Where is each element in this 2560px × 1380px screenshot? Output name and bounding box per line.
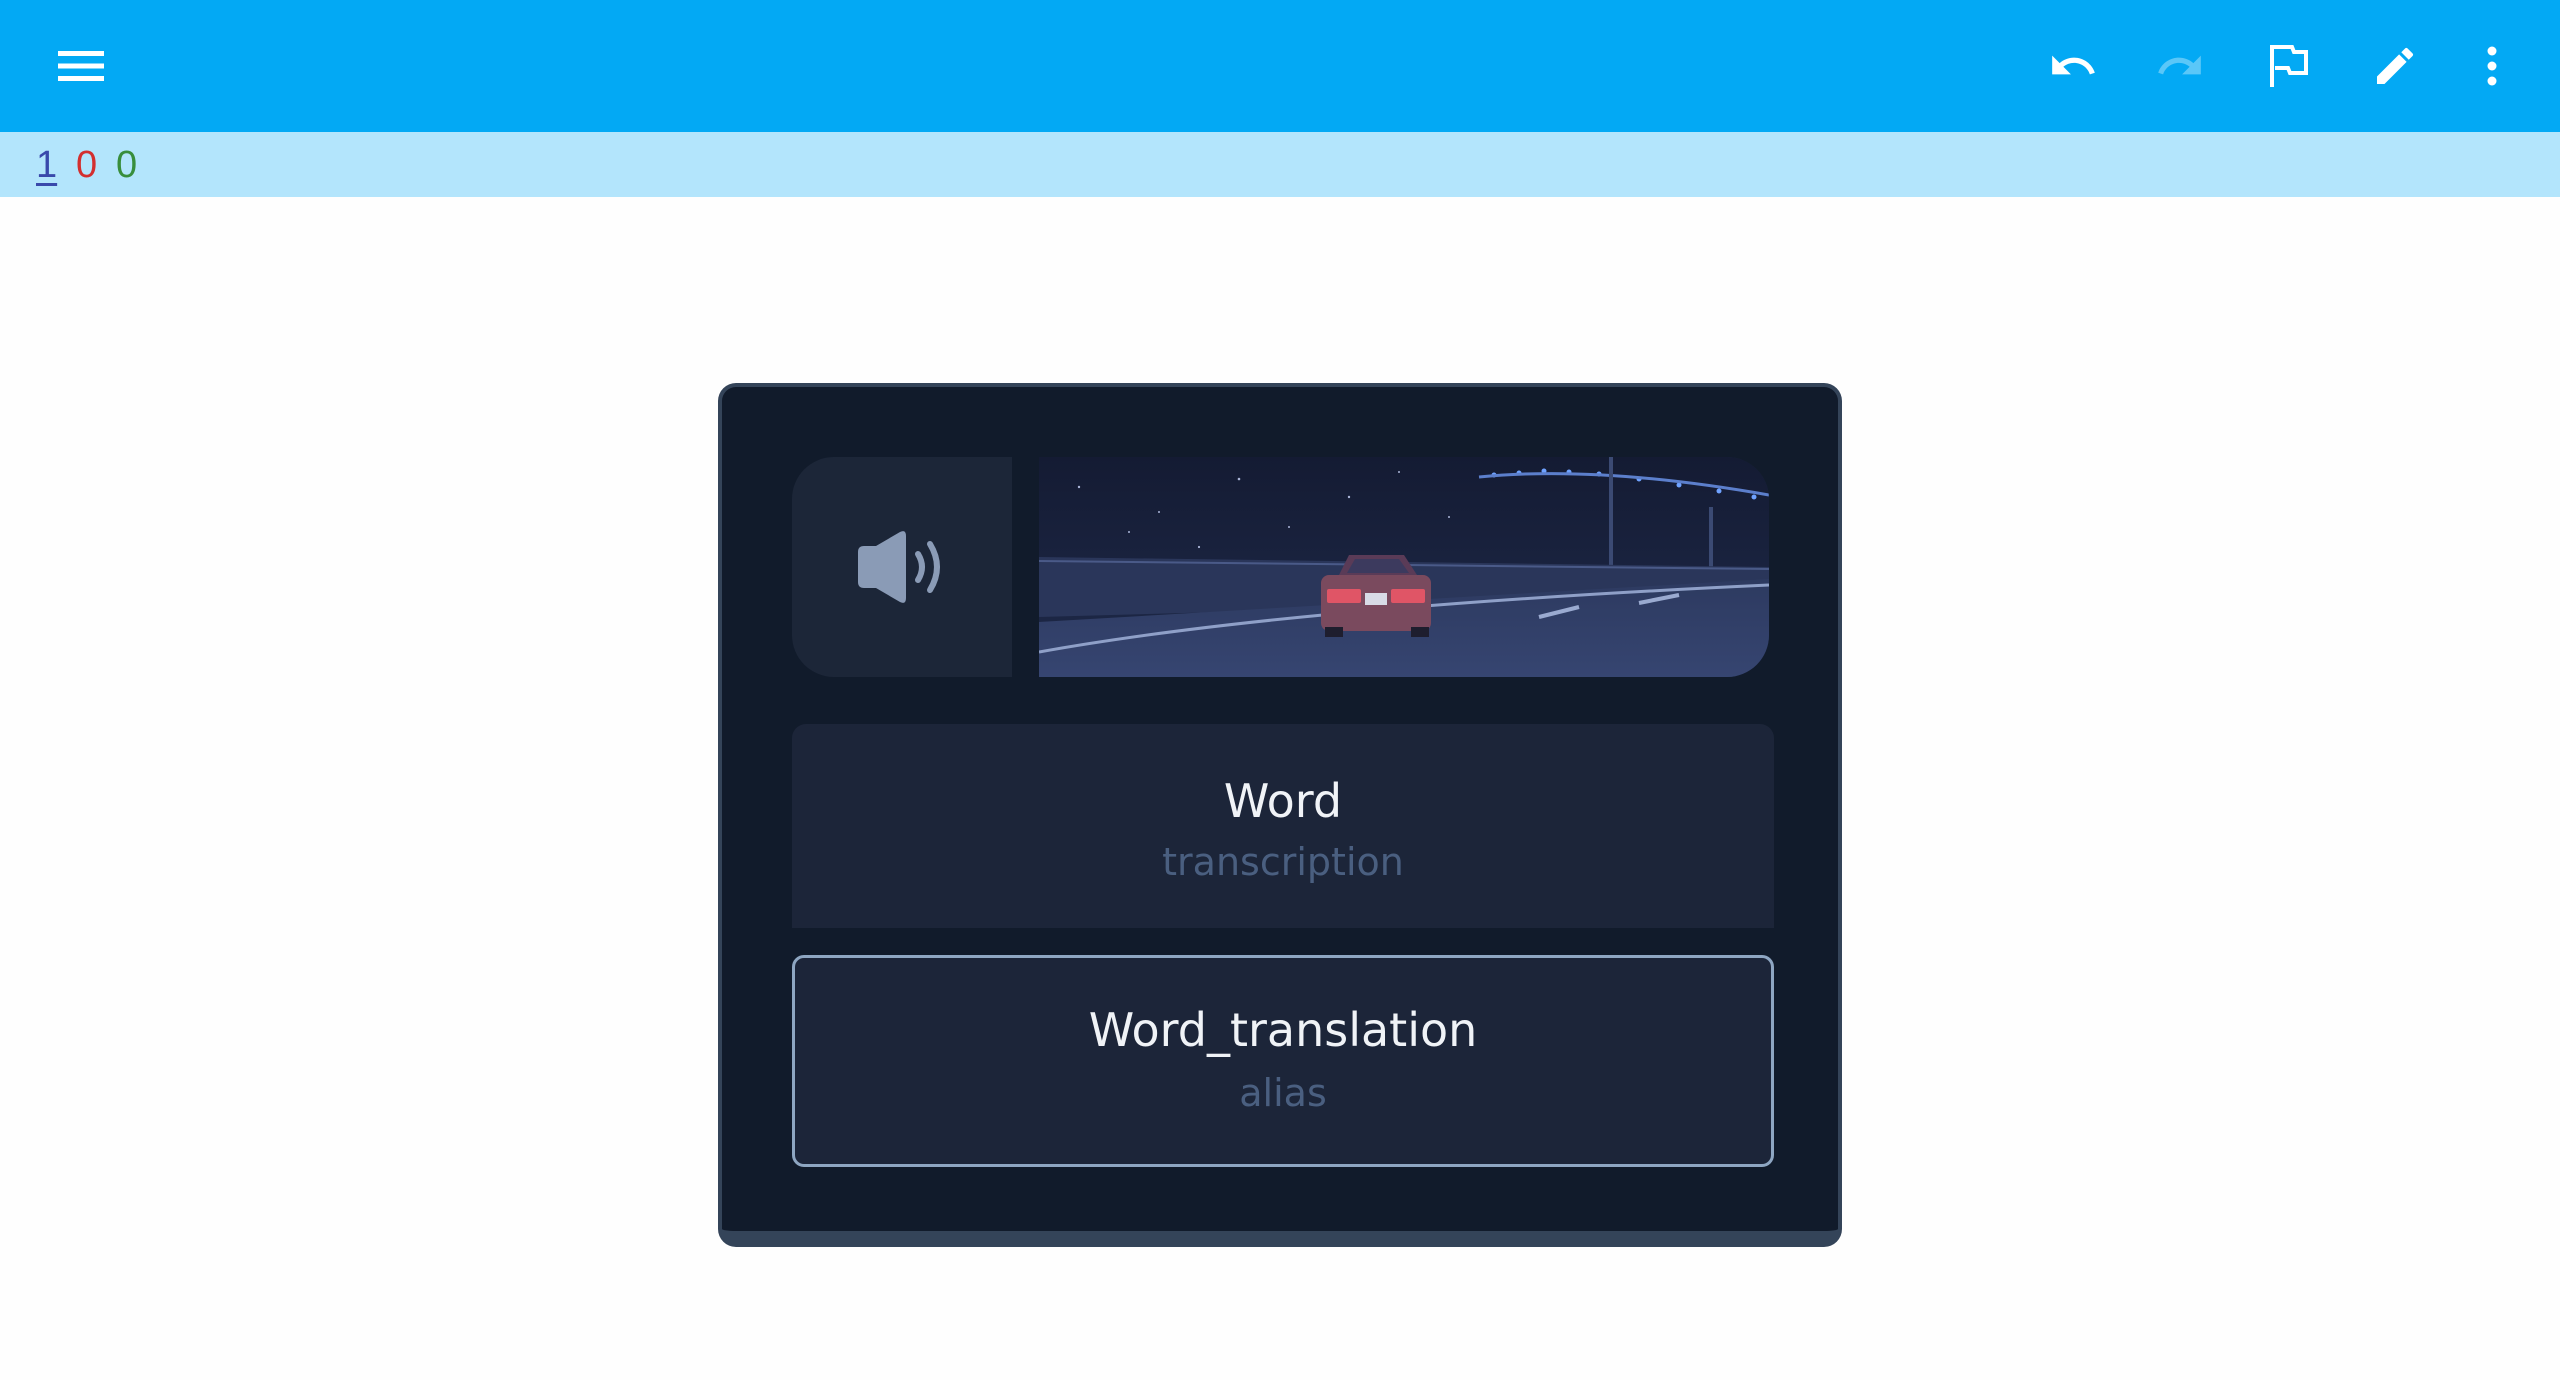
night-highway-car-image <box>1039 457 1769 677</box>
back-field[interactable]: Word_translation alias <box>792 955 1774 1167</box>
menu-icon <box>58 51 104 81</box>
new-count: 1 <box>36 144 58 186</box>
undo-icon <box>2052 55 2095 75</box>
edit-button[interactable] <box>2355 26 2435 106</box>
menu-button[interactable] <box>41 26 121 106</box>
top-toolbar <box>0 0 2560 132</box>
back-word: Word_translation <box>1088 1003 1478 1057</box>
flashcard: Word transcription Word_translation alia… <box>718 383 1842 1247</box>
learning-count: 0 <box>76 144 98 186</box>
audio-play-button[interactable] <box>792 457 1012 677</box>
back-alias: alias <box>1239 1071 1327 1115</box>
card-image <box>1039 457 1769 677</box>
review-count: 0 <box>116 144 138 186</box>
redo-button[interactable] <box>2140 26 2220 106</box>
front-transcription: transcription <box>1162 840 1404 884</box>
front-word: Word <box>1223 774 1343 828</box>
card-counts-bar: 1 0 0 <box>0 132 2560 197</box>
front-field: Word transcription <box>792 724 1774 928</box>
speaker-icon <box>858 531 940 603</box>
redo-icon <box>2158 55 2201 75</box>
edit-icon <box>2377 47 2414 84</box>
undo-button[interactable] <box>2033 26 2113 106</box>
more-vert-icon <box>2487 46 2497 86</box>
flag-button[interactable] <box>2249 26 2329 106</box>
more-options-button[interactable] <box>2452 26 2532 106</box>
flag-icon <box>2270 45 2308 87</box>
